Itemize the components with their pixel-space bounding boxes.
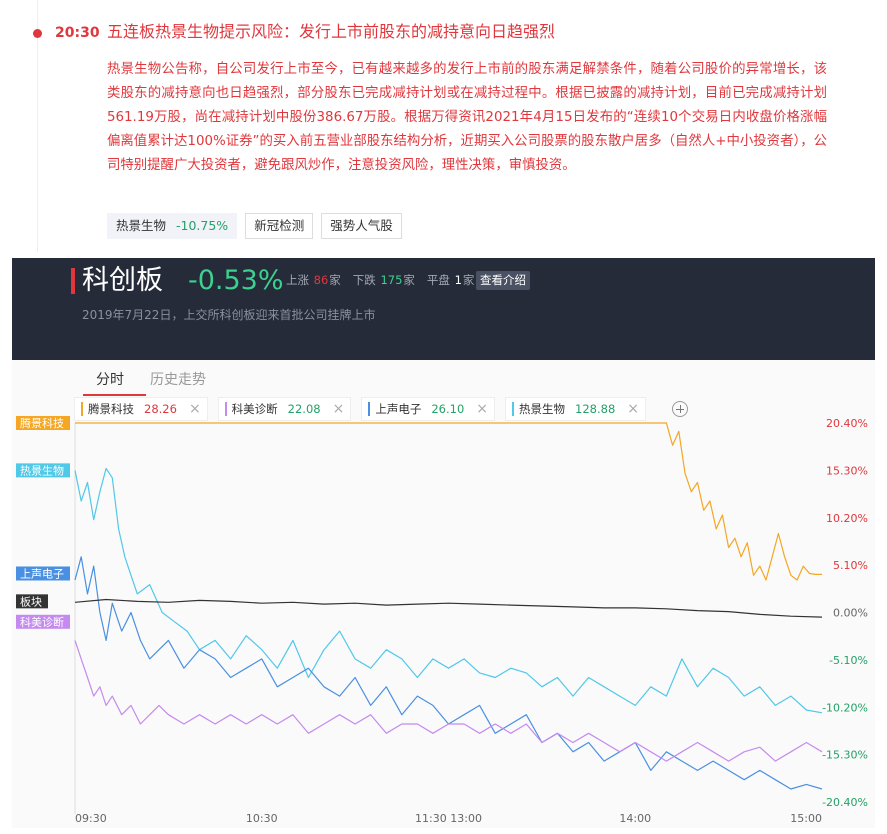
board-change: -0.53% [188, 265, 284, 296]
legend-item[interactable]: 上声电子 26.10 × [361, 397, 496, 421]
news-title[interactable]: 五连板热景生物提示风险：发行上市前股东的减持意向日趋强烈 [107, 21, 867, 43]
legend-value: 26.10 [431, 402, 465, 416]
board-panel: 科创板 -0.53% 上涨 86家 下跌 175家 平盘 1家 查看介绍 201… [12, 258, 875, 828]
legend-swatch [81, 402, 83, 416]
legend-value: 128.88 [575, 402, 616, 416]
view-intro-button[interactable]: 查看介绍 [476, 271, 530, 290]
stat-up: 上涨 86家 [286, 271, 341, 289]
stat-flat: 平盘 1家 [427, 271, 474, 289]
topic-tag[interactable]: 新冠检测 [245, 213, 314, 239]
legend-name: 科美诊断 [231, 402, 278, 416]
stat-down-unit: 家 [403, 273, 415, 287]
stat-up-label: 上涨 [286, 273, 309, 287]
legend-value: 28.26 [144, 402, 177, 416]
news-time: 20:30 [55, 25, 100, 41]
legend-item[interactable]: 科美诊断 22.08 × [217, 397, 352, 421]
close-icon[interactable]: × [189, 398, 201, 420]
y-tick-label: -20.40% [822, 796, 868, 809]
legend-swatch [512, 402, 515, 416]
legend-value: 22.08 [287, 402, 321, 416]
series-line [75, 422, 822, 581]
y-tick-label: -10.20% [822, 701, 868, 714]
chart-legend: 腾景科技 28.26 × 科美诊断 22.08 × 上声电子 26.10 × 热… [74, 397, 688, 423]
series-line [74, 467, 823, 714]
x-tick-label: 09:30 [75, 812, 107, 825]
board-description: 2019年7月22日，上交所科创板迎来首批公司挂牌上市 [82, 308, 376, 322]
series-tag-label: 板块 [20, 594, 42, 608]
timeline-dot [33, 29, 42, 38]
y-tick-label: -5.10% [829, 654, 868, 667]
y-tick-label: 10.20% [826, 512, 868, 525]
series-line [74, 556, 823, 790]
series-tag-label: 上声电子 [20, 566, 64, 580]
stat-down-label: 下跌 [352, 273, 376, 287]
x-tick-label: 10:30 [246, 812, 278, 825]
series-line [74, 640, 823, 762]
news-body: 热景生物公告称，自公司发行上市至今，已有越来越多的发行上市前的股东满足解禁条件，… [107, 62, 827, 173]
y-tick-label: 0.00% [833, 607, 868, 620]
active-tab-indicator [83, 394, 146, 396]
board-accent-bar [71, 268, 75, 294]
board-stats: 上涨 86家 下跌 175家 平盘 1家 [286, 271, 486, 289]
add-stock-icon[interactable] [672, 401, 688, 417]
stat-flat-count: 1 [454, 273, 462, 287]
close-icon[interactable]: × [333, 398, 345, 420]
stock-tag-change: -10.75% [176, 218, 229, 233]
stat-up-count: 86 [313, 273, 329, 287]
x-tick-label: 15:00 [790, 812, 822, 825]
legend-swatch [368, 402, 371, 416]
legend-swatch [224, 402, 227, 416]
x-tick-label: 14:00 [619, 812, 651, 825]
board-name: 科创板 [82, 265, 163, 296]
news-card: 20:30 五连板热景生物提示风险：发行上市前股东的减持意向日趋强烈 热景生物公… [0, 0, 887, 252]
tab-history[interactable]: 历史走势 [150, 368, 206, 398]
board-header: 科创板 -0.53% 上涨 86家 下跌 175家 平盘 1家 查看介绍 201… [12, 258, 875, 360]
y-tick-label: 15.30% [826, 464, 868, 477]
close-icon[interactable]: × [476, 398, 488, 420]
stat-flat-unit: 家 [462, 273, 475, 287]
news-tags: 热景生物 -10.75% 新冠检测 强势人气股 [107, 213, 402, 239]
stat-up-unit: 家 [329, 273, 341, 287]
stat-down-count: 175 [380, 273, 403, 287]
chart-area: 20.40% 15.30% 10.20% 5.10% 0.00% -5.10% -10.20… [12, 360, 875, 828]
series-tag-label: 腾景科技 [20, 416, 64, 430]
series-tag-label: 热景生物 [20, 463, 64, 477]
legend-item[interactable]: 热景生物 128.88 × [505, 397, 646, 421]
x-tick-label: 11:30 13:00 [415, 812, 482, 825]
stock-tag[interactable]: 热景生物 -10.75% [107, 213, 238, 239]
topic-tag[interactable]: 强势人气股 [321, 213, 402, 239]
stat-flat-label: 平盘 [426, 273, 450, 287]
series-line [74, 598, 823, 618]
y-tick-label: 5.10% [833, 559, 868, 572]
y-tick-label: 20.40% [826, 417, 868, 430]
legend-name: 腾景科技 [88, 402, 134, 416]
legend-name: 热景生物 [519, 402, 566, 416]
close-icon[interactable]: × [627, 398, 639, 420]
series-tag-label: 科美诊断 [20, 615, 64, 629]
legend-item[interactable]: 腾景科技 28.26 × [74, 397, 208, 421]
y-tick-label: -15.30% [822, 749, 868, 762]
legend-name: 上声电子 [375, 402, 422, 416]
stat-down: 下跌 175家 [353, 271, 415, 289]
stock-tag-name: 热景生物 [116, 218, 167, 233]
intraday-chart: 20.40% 15.30% 10.20% 5.10% 0.00% -5.10% -10.20… [16, 416, 868, 825]
